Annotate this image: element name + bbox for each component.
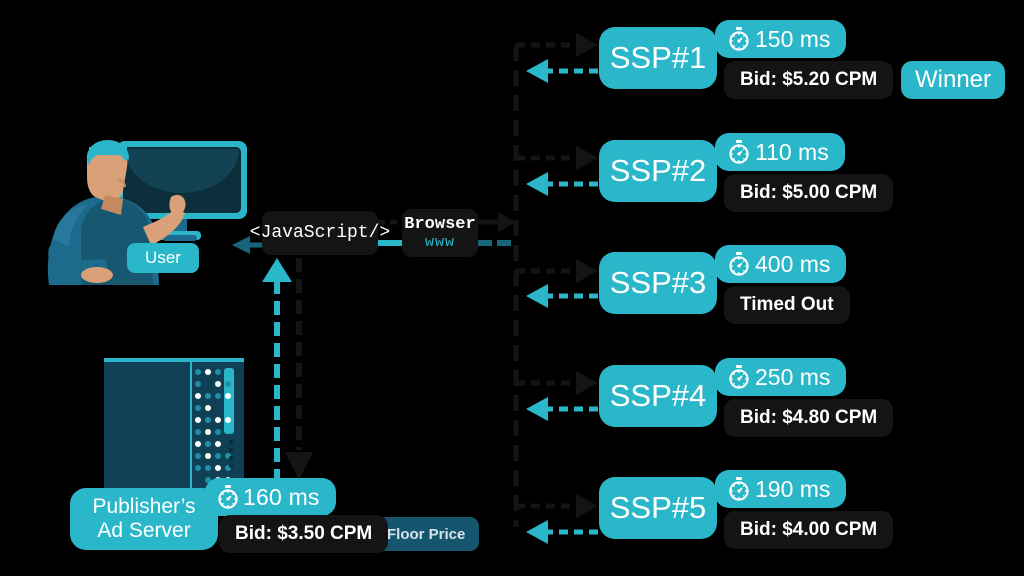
floor-price-badge[interactable]: Floor Price bbox=[373, 517, 480, 551]
ssp-bid: Timed Out bbox=[740, 294, 834, 315]
ssp-bid: Bid: $5.20 CPM bbox=[740, 69, 878, 90]
ssp-time: 400 ms bbox=[755, 250, 831, 277]
ssp-name: SSP#5 bbox=[609, 490, 707, 525]
stopwatch-icon bbox=[729, 252, 749, 276]
stopwatch-icon bbox=[729, 477, 749, 501]
stopwatch-icon bbox=[729, 365, 749, 389]
ssp-time: 150 ms bbox=[755, 25, 831, 52]
ssp-time: 110 ms bbox=[755, 138, 829, 165]
ssp-name-box[interactable]: SSP#5 bbox=[599, 477, 717, 539]
browser-node-label: Browser bbox=[404, 215, 476, 234]
floor-price-label: Floor Price bbox=[387, 525, 466, 543]
ssp-name-box[interactable]: SSP#1 bbox=[599, 27, 717, 89]
stopwatch-icon bbox=[729, 140, 749, 164]
ssp-time-chip: 150 ms bbox=[715, 20, 847, 58]
ssp-name-box[interactable]: SSP#4 bbox=[599, 365, 717, 427]
ssp-time-chip: 110 ms bbox=[715, 133, 845, 171]
stopwatch-icon bbox=[218, 485, 238, 509]
ad-server-name-line1: Publisher’s bbox=[92, 494, 196, 518]
ssp-time-chip: 400 ms bbox=[715, 245, 847, 283]
ad-server-bid: Bid: $3.50 CPM bbox=[235, 523, 373, 544]
ssp-bid-chip: Bid: $5.00 CPM bbox=[724, 174, 894, 212]
javascript-node[interactable]: <JavaScript/> bbox=[250, 211, 390, 255]
ssp-name: SSP#4 bbox=[609, 378, 707, 413]
ssp-time: 190 ms bbox=[755, 475, 831, 502]
ssp-bid: Bid: $4.00 CPM bbox=[740, 519, 878, 540]
ad-server-time: 160 ms bbox=[243, 483, 320, 510]
winner-badge: Winner bbox=[901, 61, 1006, 99]
stopwatch-icon bbox=[729, 27, 749, 51]
ad-server-box[interactable]: Publisher’s Ad Server bbox=[70, 488, 218, 550]
ssp-time: 250 ms bbox=[755, 363, 831, 390]
ssp-bid-chip: Bid: $5.20 CPM bbox=[724, 61, 894, 99]
javascript-node-label: <JavaScript/> bbox=[249, 223, 391, 243]
browser-node-sublabel: www bbox=[424, 234, 455, 251]
ssp-name-box[interactable]: SSP#3 bbox=[599, 252, 717, 314]
winner-label: Winner bbox=[915, 66, 992, 93]
diagram-canvas: User <JavaScript/> Browser www 160 ms Pu… bbox=[0, 0, 1024, 576]
ssp-time-chip: 250 ms bbox=[715, 358, 847, 396]
ssp-bid: Bid: $5.00 CPM bbox=[740, 182, 878, 203]
ssp-name-box[interactable]: SSP#2 bbox=[599, 140, 717, 202]
ssp-bid-chip: Bid: $4.80 CPM bbox=[724, 399, 894, 437]
ssp-name: SSP#1 bbox=[609, 40, 707, 75]
ad-server-name-line2: Ad Server bbox=[97, 519, 191, 542]
ssp-bid: Bid: $4.80 CPM bbox=[740, 407, 878, 428]
ad-server-time-chip: 160 ms bbox=[205, 478, 336, 516]
ssp-time-chip: 190 ms bbox=[715, 470, 847, 508]
ssp-name: SSP#3 bbox=[609, 265, 707, 300]
ssp-bid-chip: Timed Out bbox=[724, 286, 850, 324]
ad-server-bid-chip: Bid: $3.50 CPM bbox=[219, 515, 389, 553]
browser-node[interactable]: Browser www bbox=[402, 209, 478, 257]
ssp-name: SSP#2 bbox=[609, 153, 707, 188]
ssp-bid-chip: Bid: $4.00 CPM bbox=[724, 511, 894, 549]
